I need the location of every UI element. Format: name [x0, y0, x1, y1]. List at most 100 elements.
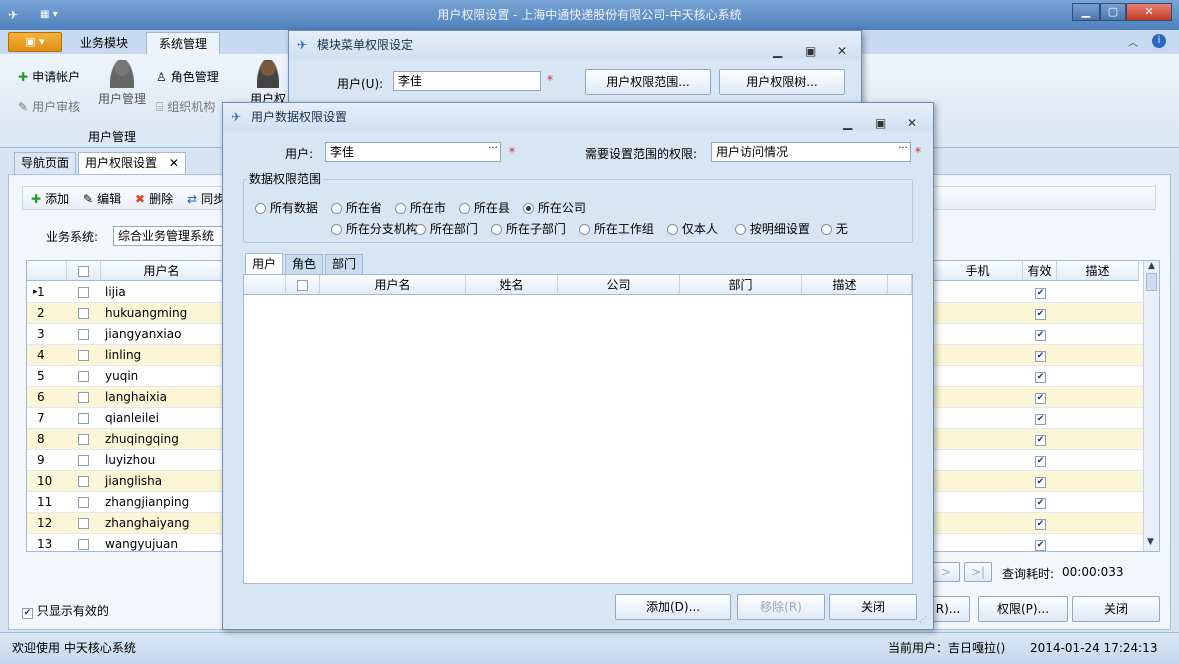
user-permission-button[interactable]: 用户权 — [250, 58, 286, 107]
row-checkbox[interactable] — [78, 287, 89, 298]
tab-navigation[interactable]: 导航页面 — [14, 152, 77, 174]
remove-user-button[interactable]: 移除(R) — [737, 594, 825, 620]
scope-radio-option[interactable]: 所在部门 — [415, 220, 478, 237]
row-checkbox[interactable] — [78, 371, 89, 382]
data-user-input[interactable]: 李佳 — [325, 142, 501, 162]
row-checkbox[interactable] — [78, 497, 89, 508]
sync-button[interactable]: ⇄ 同步 — [187, 190, 225, 207]
minimize-button[interactable]: ▁ — [1072, 3, 1100, 21]
row-valid-checkbox[interactable]: ✔ — [1035, 286, 1046, 299]
scope-radio-option[interactable]: 仅本人 — [667, 220, 718, 237]
perm-ellipsis-button[interactable]: ··· — [895, 143, 911, 161]
role-manage-button[interactable]: ♙ 角色管理 — [156, 68, 219, 85]
close-button[interactable]: 关闭 — [1072, 596, 1160, 622]
list-header-name[interactable]: 姓名 — [466, 275, 558, 295]
collapse-ribbon-icon[interactable]: ︿ — [1128, 34, 1138, 49]
row-valid-checkbox[interactable]: ✔ — [1035, 328, 1046, 341]
grid-header-desc[interactable]: 描述 — [1057, 261, 1139, 281]
tab-system-manage[interactable]: 系统管理 — [146, 32, 221, 54]
scroll-down-icon[interactable]: ▼ — [1147, 537, 1154, 547]
tab-departments[interactable]: 部门 — [325, 254, 363, 275]
row-checkbox[interactable] — [78, 539, 89, 550]
scope-radio-option[interactable]: 所有数据 — [255, 199, 318, 216]
next-page-button[interactable]: > — [932, 562, 960, 582]
scope-radio-option[interactable]: 所在县 — [459, 199, 510, 216]
scope-radio-option[interactable]: 所在市 — [395, 199, 446, 216]
perm-input[interactable]: 用户访问情况 — [711, 142, 911, 162]
user-ellipsis-button[interactable]: ··· — [485, 143, 501, 161]
row-valid-checkbox[interactable]: ✔ — [1035, 349, 1046, 362]
select-all-checkbox[interactable] — [297, 280, 308, 291]
tab-roles[interactable]: 角色 — [285, 254, 323, 275]
row-checkbox[interactable] — [78, 476, 89, 487]
dialog-close-button[interactable]: ✕ — [837, 37, 847, 65]
row-valid-checkbox[interactable]: ✔ — [1035, 517, 1046, 530]
maximize-button[interactable]: ▢ — [1100, 3, 1126, 21]
dialog-maximize-button[interactable]: ▣ — [805, 37, 816, 65]
resize-grip-icon[interactable]: ⋰ — [919, 615, 927, 624]
row-valid-checkbox[interactable]: ✔ — [1035, 370, 1046, 383]
scope-radio-option[interactable]: 所在公司 — [523, 199, 586, 216]
close-window-button[interactable]: ✕ — [1126, 3, 1172, 21]
dialog-close-btn[interactable]: 关闭 — [829, 594, 917, 620]
list-header-description[interactable]: 描述 — [802, 275, 888, 295]
grid-header-checkbox[interactable] — [67, 261, 101, 281]
scope-radio-option[interactable]: 所在工作组 — [579, 220, 654, 237]
scroll-thumb[interactable] — [1146, 273, 1157, 291]
tab-business-module[interactable]: 业务模块 — [68, 32, 140, 54]
row-checkbox[interactable] — [78, 455, 89, 466]
business-system-select[interactable]: 综合业务管理系统 — [113, 226, 223, 246]
app-menu-button[interactable]: ▣ ▾ — [8, 32, 62, 52]
scope-radio-option[interactable]: 按明细设置 — [735, 220, 810, 237]
row-valid-checkbox[interactable]: ✔ — [1035, 454, 1046, 467]
grid-header-phone[interactable]: 手机 — [933, 261, 1023, 281]
row-valid-checkbox[interactable]: ✔ — [1035, 391, 1046, 404]
user-manage-button[interactable]: 用户管理 — [96, 58, 148, 107]
apply-account-button[interactable]: ✚ 申请帐户 — [18, 68, 80, 85]
grid-scrollbar[interactable]: ▲ ▼ — [1143, 261, 1159, 551]
row-valid-checkbox[interactable]: ✔ — [1035, 433, 1046, 446]
grid-header-valid[interactable]: 有效 — [1023, 261, 1057, 281]
add-user-button[interactable]: 添加(D)... — [615, 594, 731, 620]
row-checkbox[interactable] — [78, 392, 89, 403]
dialog-minimize-button[interactable]: ▁ — [843, 109, 852, 137]
dialog-minimize-button[interactable]: ▁ — [773, 37, 782, 65]
row-checkbox[interactable] — [78, 518, 89, 529]
delete-button[interactable]: ✖ 删除 — [135, 190, 173, 207]
scope-radio-option[interactable]: 无 — [821, 220, 848, 237]
tab-user-permission[interactable]: 用户权限设置 ✕ — [78, 152, 186, 174]
grid-header-username[interactable]: 用户名 — [101, 261, 223, 281]
row-checkbox[interactable] — [78, 350, 89, 361]
user-tree-button[interactable]: 用户权限树... — [719, 69, 845, 95]
close-tab-icon[interactable]: ✕ — [169, 156, 179, 170]
quick-access-icon[interactable]: ▦ ▾ — [40, 0, 58, 30]
row-valid-checkbox[interactable]: ✔ — [1035, 412, 1046, 425]
user-audit-button[interactable]: ✎ 用户审核 — [18, 98, 80, 115]
list-header-company[interactable]: 公司 — [558, 275, 680, 295]
permission-button[interactable]: 权限(P)... — [978, 596, 1068, 622]
list-header-department[interactable]: 部门 — [680, 275, 802, 295]
edit-button[interactable]: ✎ 编辑 — [83, 190, 121, 207]
row-checkbox[interactable] — [78, 434, 89, 445]
dialog-close-button[interactable]: ✕ — [907, 109, 917, 137]
scroll-up-icon[interactable]: ▲ — [1144, 261, 1159, 271]
select-all-checkbox[interactable] — [78, 266, 89, 277]
add-button[interactable]: ✚ 添加 — [31, 190, 69, 207]
row-checkbox[interactable] — [78, 413, 89, 424]
last-page-button[interactable]: >| — [964, 562, 992, 582]
row-valid-checkbox[interactable]: ✔ — [1035, 496, 1046, 509]
only-valid-checkbox[interactable]: ✔ 只显示有效的 — [22, 602, 109, 619]
row-valid-checkbox[interactable]: ✔ — [1035, 475, 1046, 488]
help-icon[interactable]: i — [1152, 34, 1166, 48]
org-button[interactable]: ⌸ 组织机构 — [156, 98, 215, 115]
scope-radio-option[interactable]: 所在省 — [331, 199, 382, 216]
list-header-username[interactable]: 用户名 — [320, 275, 466, 295]
row-checkbox[interactable] — [78, 308, 89, 319]
row-valid-checkbox[interactable]: ✔ — [1035, 307, 1046, 320]
scope-radio-option[interactable]: 所在分支机构 — [331, 220, 418, 237]
user-scope-button[interactable]: 用户权限范围... — [585, 69, 711, 95]
app-icon[interactable]: ✈ — [8, 0, 18, 30]
list-header-checkbox[interactable] — [286, 275, 320, 295]
scope-radio-option[interactable]: 所在子部门 — [491, 220, 566, 237]
row-valid-checkbox[interactable]: ✔ — [1035, 538, 1046, 551]
